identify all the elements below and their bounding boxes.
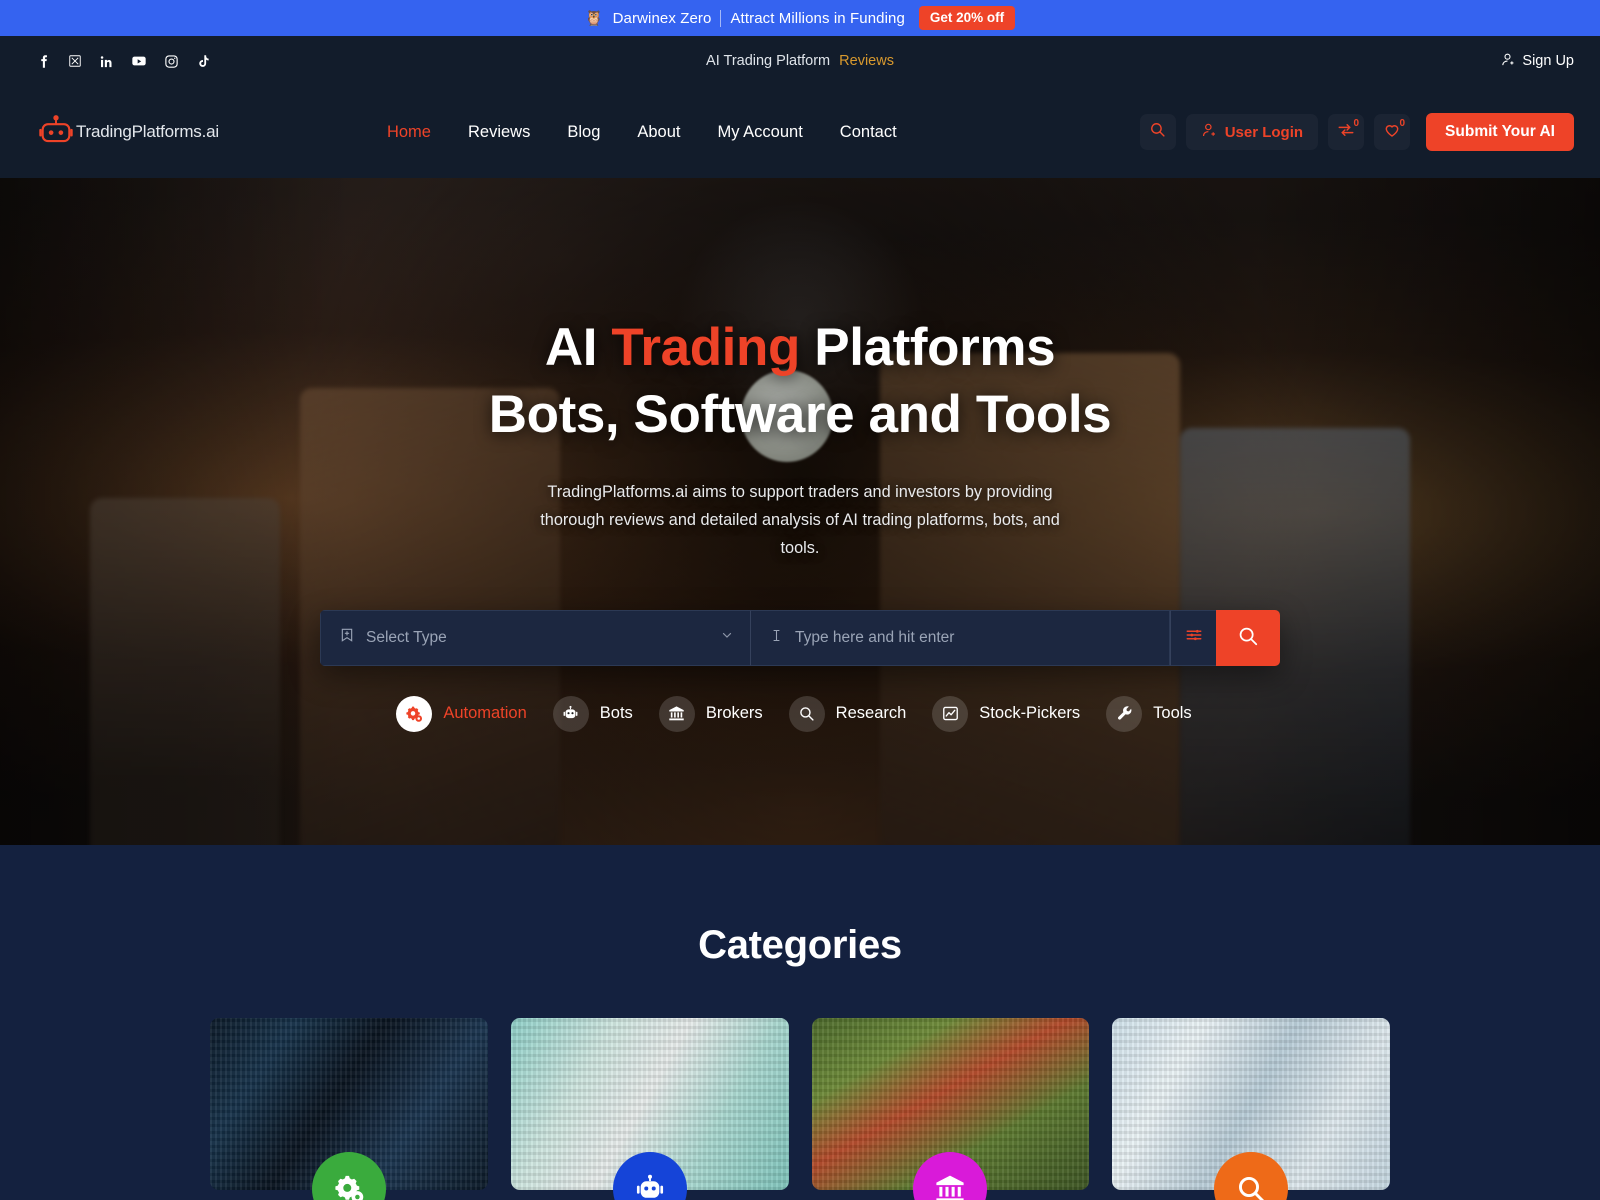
facebook-icon[interactable] (36, 54, 51, 69)
bank-icon (658, 695, 695, 732)
wrench-icon (1106, 695, 1143, 732)
user-login-button[interactable]: User Login (1185, 114, 1319, 150)
hero-title-post: Platforms (799, 318, 1056, 377)
gears-icon (396, 695, 433, 732)
x-twitter-icon[interactable] (68, 54, 82, 68)
compare-button[interactable]: 0 (1328, 114, 1365, 150)
hero-title: AI Trading Platforms Bots, Software and … (0, 314, 1600, 449)
compare-count-badge: 0 (1353, 118, 1360, 129)
hero-title-line2: Bots, Software and Tools (488, 385, 1112, 445)
hero-category-pills: Automation Bots Brokers Research Stock-P… (0, 695, 1600, 732)
search-input-wrapper (750, 609, 1170, 666)
filter-button[interactable] (1170, 609, 1216, 666)
pill-bots[interactable]: Bots (552, 695, 645, 732)
category-card[interactable] (510, 1018, 789, 1200)
robot-icon (552, 695, 589, 732)
nav-link-blog[interactable]: Blog (567, 123, 600, 142)
robot-logo-icon (38, 114, 74, 151)
pill-label: Tools (1153, 704, 1192, 723)
search-icon (788, 695, 825, 732)
hero-search-bar: Select Type (320, 609, 1280, 666)
instagram-icon[interactable] (164, 54, 179, 69)
hero-search-submit-button[interactable] (1216, 609, 1280, 666)
type-select-label: Select Type (366, 628, 447, 646)
pill-label: Research (835, 704, 907, 723)
category-card[interactable] (210, 1018, 488, 1200)
wishlist-button[interactable]: 0 (1374, 114, 1411, 150)
search-icon (1237, 625, 1259, 650)
utility-center-accent[interactable]: Reviews (839, 53, 894, 69)
wishlist-count-badge: 0 (1399, 118, 1406, 129)
type-select[interactable]: Select Type (320, 609, 750, 666)
chart-line-icon (932, 695, 969, 732)
main-navigation: TradingPlatforms.ai Home Reviews Blog Ab… (0, 86, 1600, 178)
pill-label: Brokers (705, 704, 763, 723)
pill-stock-pickers[interactable]: Stock-Pickers (932, 695, 1092, 732)
pill-label: Automation (443, 704, 527, 723)
tiktok-icon[interactable] (196, 54, 211, 69)
text-cursor-icon (769, 628, 784, 648)
search-input[interactable] (795, 628, 1157, 647)
user-icon (1500, 52, 1515, 71)
social-links (36, 53, 211, 69)
site-logo[interactable]: TradingPlatforms.ai (38, 114, 219, 151)
chevron-down-icon (720, 628, 734, 647)
youtube-icon[interactable] (131, 53, 147, 69)
pill-label: Bots (599, 704, 633, 723)
user-plus-icon (1201, 122, 1217, 142)
owl-icon: 🦉 (584, 9, 604, 27)
logo-text: TradingPlatforms.ai (76, 122, 219, 141)
tag-plus-icon (339, 627, 355, 648)
categories-title: Categories (698, 923, 902, 967)
announcement-cta-button[interactable]: Get 20% off (918, 5, 1016, 31)
compare-icon (1337, 121, 1355, 144)
pill-label: Stock-Pickers (979, 704, 1081, 723)
nav-link-about[interactable]: About (637, 123, 680, 142)
search-button[interactable] (1139, 114, 1176, 150)
hero-section: AI Trading Platforms Bots, Software and … (0, 178, 1600, 845)
category-card[interactable] (1112, 1018, 1390, 1200)
submit-your-ai-button[interactable]: Submit Your AI (1426, 113, 1574, 151)
category-cards (210, 1018, 1390, 1200)
sliders-icon (1185, 626, 1203, 649)
hero-content: AI Trading Platforms Bots, Software and … (0, 178, 1600, 732)
utility-bar: AI Trading Platform Reviews Sign Up (0, 36, 1600, 86)
announcement-bar: 🦉 Darwinex Zero Attract Millions in Fund… (0, 0, 1600, 36)
heart-icon (1383, 121, 1401, 144)
hero-title-highlight: Trading (611, 318, 800, 377)
category-card[interactable] (811, 1018, 1090, 1200)
user-login-label: User Login (1224, 123, 1304, 141)
search-icon (1149, 121, 1166, 143)
announcement-text: 🦉 Darwinex Zero Attract Millions in Fund… (584, 9, 905, 27)
pill-research[interactable]: Research (788, 695, 919, 732)
linkedin-icon[interactable] (99, 54, 114, 69)
nav-links: Home Reviews Blog About My Account Conta… (387, 123, 897, 142)
pill-automation[interactable]: Automation (396, 695, 538, 732)
utility-center-main: AI Trading Platform (706, 53, 831, 69)
pill-brokers[interactable]: Brokers (658, 695, 775, 732)
pill-tools[interactable]: Tools (1106, 695, 1204, 732)
hero-subtitle: TradingPlatforms.ai aims to support trad… (540, 482, 1060, 557)
announcement-divider (720, 9, 722, 27)
signup-button[interactable]: Sign Up (1500, 52, 1574, 71)
signup-label: Sign Up (1522, 53, 1574, 69)
announcement-tagline: Attract Millions in Funding (730, 9, 905, 27)
nav-actions: User Login 0 0 Submit Your AI (1139, 113, 1574, 151)
nav-link-my-account[interactable]: My Account (718, 123, 803, 142)
nav-link-contact[interactable]: Contact (840, 123, 897, 142)
announcement-brand: Darwinex Zero (612, 9, 712, 27)
utility-center-text: AI Trading Platform Reviews (0, 53, 1600, 69)
categories-section: Categories (0, 845, 1600, 1200)
hero-title-pre: AI (544, 318, 612, 377)
nav-link-reviews[interactable]: Reviews (468, 123, 530, 142)
nav-link-home[interactable]: Home (387, 123, 431, 142)
